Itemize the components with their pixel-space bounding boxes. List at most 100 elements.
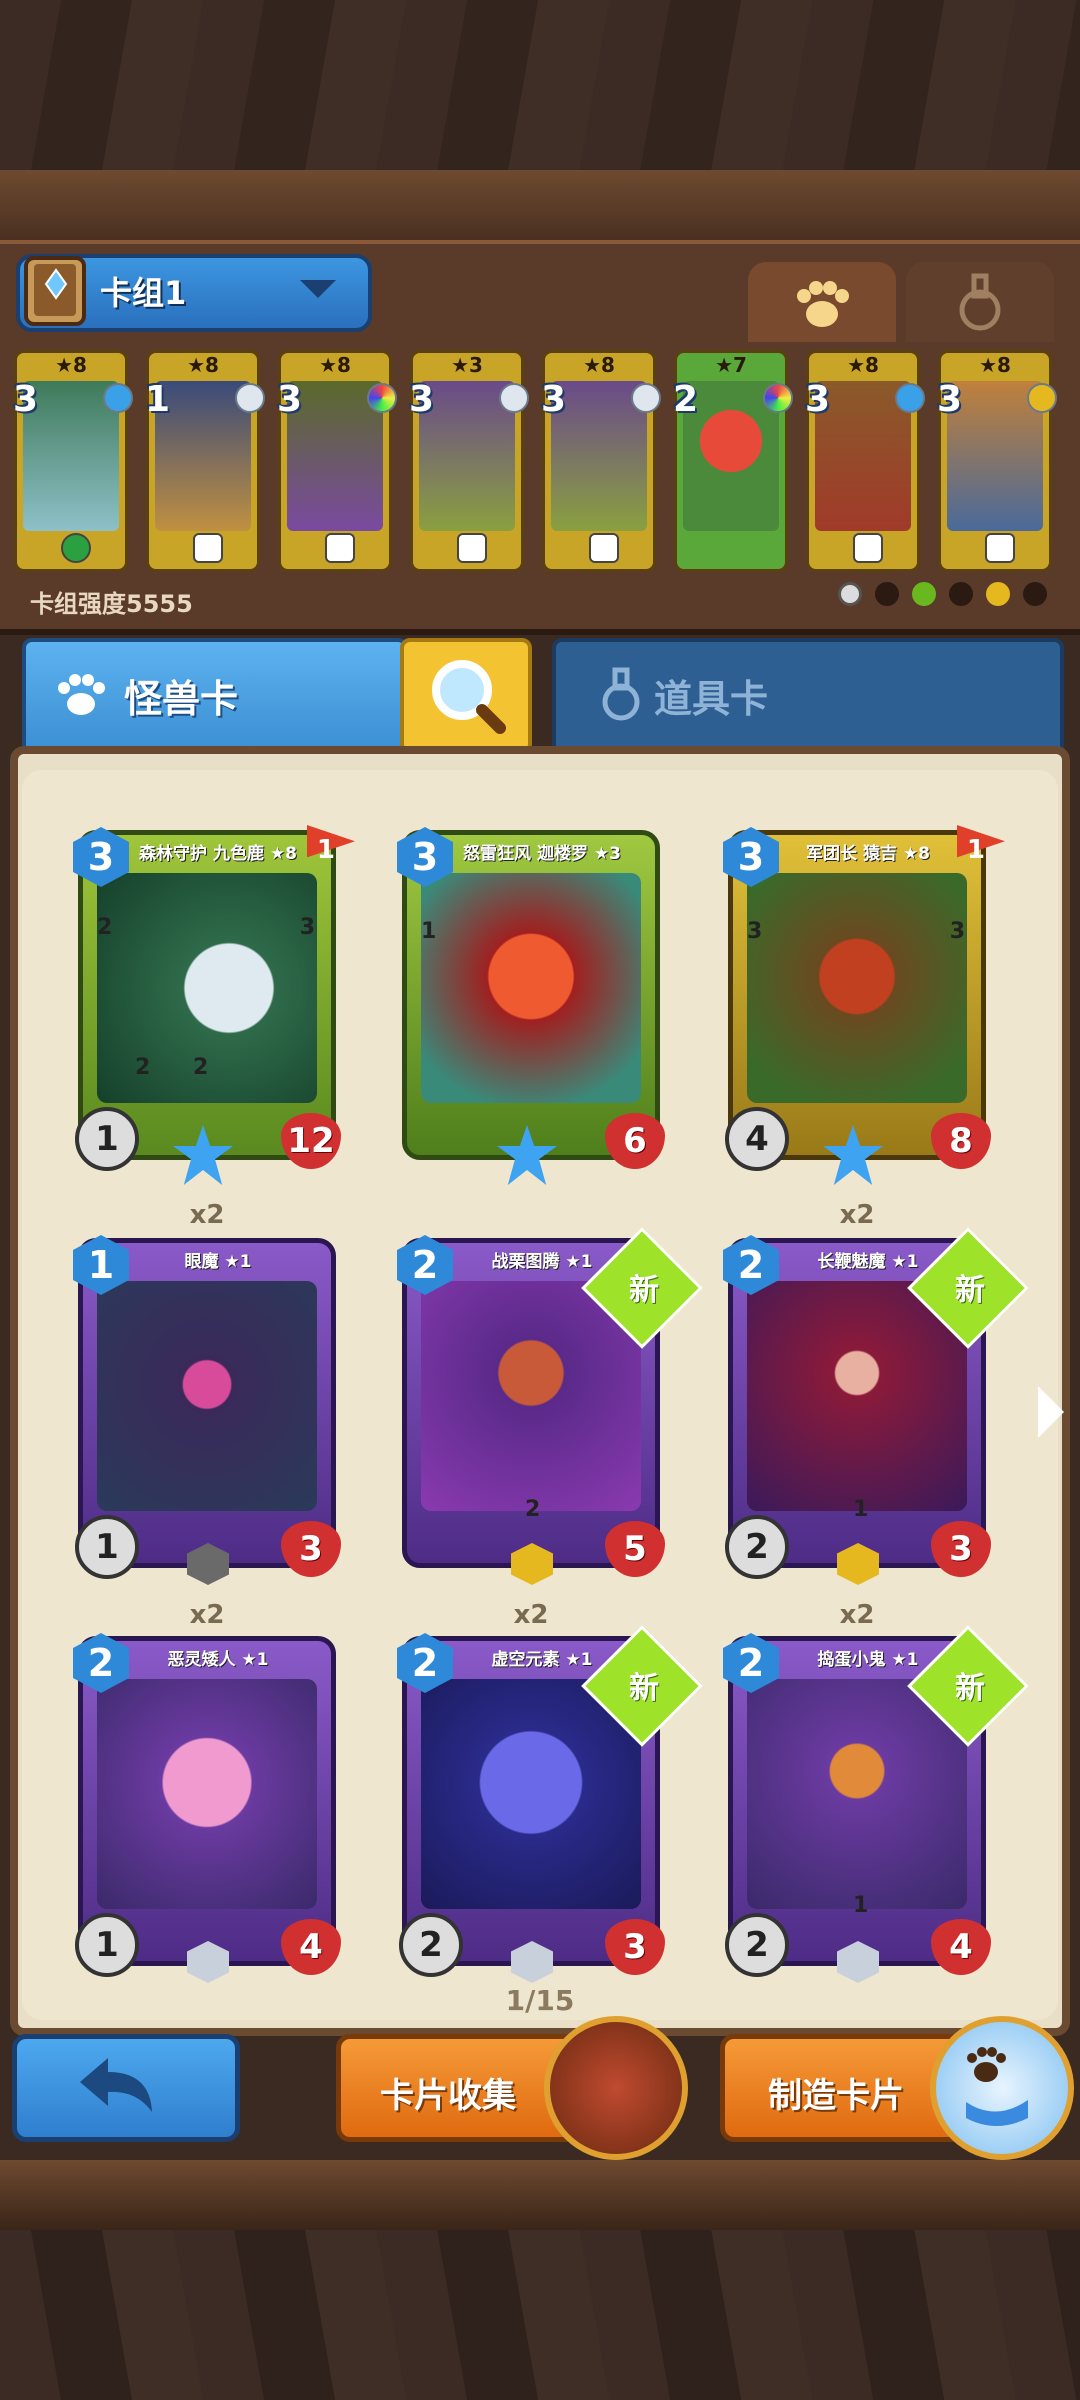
dice-icon [457, 533, 487, 563]
card-ability-value: 2 [525, 1497, 541, 1522]
wood-frame-top [0, 0, 1080, 240]
craft-potion-icon[interactable] [930, 2016, 1074, 2160]
card-collection-icon[interactable] [544, 2016, 688, 2160]
deck-card-star: ★8 [187, 353, 219, 377]
deck-card-star: ★7 [715, 353, 747, 377]
card-copies: x2 [839, 1600, 875, 1630]
card-attack: 1 [75, 1913, 139, 1977]
card-attack: 2 [399, 1913, 463, 1977]
deck-card-cost: 2 [673, 379, 699, 420]
chevron-down-icon[interactable] [300, 280, 336, 298]
deck-strength: 卡组强度5555 [30, 590, 193, 618]
element-filter-row [830, 582, 1048, 610]
deck-book-icon [24, 256, 86, 326]
wood-frame-bottom [0, 2160, 1080, 2400]
monster-card[interactable]: 森林守护 九色鹿 ★8 3 1 2 3 2 2 1 12 [73, 825, 355, 1185]
tab-monster-filter[interactable] [748, 262, 896, 342]
card-attack: 1 [75, 1515, 139, 1579]
card-name: 森林守护 九色鹿 ★8 [139, 844, 297, 864]
card-art [747, 873, 967, 1103]
card-attack: 4 [725, 1107, 789, 1171]
gem-icon [631, 383, 661, 413]
card-copies: x2 [189, 1600, 225, 1630]
next-page-arrow-icon[interactable] [1038, 1386, 1064, 1438]
deck-card-star: ★3 [451, 353, 483, 377]
card-stat-right: 3 [299, 915, 315, 940]
deck-card[interactable]: ★8 3 [937, 350, 1057, 572]
tab-monster-label: 怪兽卡 [124, 677, 239, 721]
card-ability-value: 1 [853, 1497, 869, 1522]
monster-card[interactable]: 军团长 猿吉 ★8 3 1 3 3 4 8 [723, 825, 1005, 1185]
monster-card[interactable]: 捣蛋小鬼 ★1 2 新 1 2 4 [723, 1625, 1029, 1983]
deck-card-cost: 3 [805, 379, 831, 420]
deck-card[interactable]: ★8 3 [805, 350, 925, 572]
card-name: 军团长 猿吉 ★8 [806, 844, 930, 864]
deck-card[interactable]: ★3 3 [409, 350, 529, 572]
tab-item-filter[interactable] [906, 262, 1054, 342]
gem-icon [1027, 383, 1057, 413]
card-art [97, 1679, 317, 1909]
card-flag-count: 1 [966, 835, 985, 865]
page-indicator: 1/15 [505, 1984, 575, 2017]
monster-card[interactable]: 战栗图腾 ★1 2 新 2 5 [397, 1227, 703, 1585]
deck-card[interactable]: ★8 3 [541, 350, 661, 572]
filter-tornado-icon[interactable] [986, 582, 1011, 606]
gem-icon [103, 383, 133, 413]
card-stat-right: 3 [949, 919, 965, 944]
dice-icon [853, 533, 883, 563]
card-collection-label: 卡片收集 [380, 2076, 516, 2116]
card-ability-value: 2 [193, 1055, 209, 1080]
flask-icon [959, 273, 1001, 331]
filter-fire-icon[interactable] [1023, 582, 1048, 606]
card-stat-left: 3 [747, 919, 763, 944]
deck-card[interactable]: ★8 3 [277, 350, 397, 572]
deck-card[interactable]: ★8 3 [13, 350, 133, 572]
filter-claw-icon[interactable] [949, 582, 974, 606]
card-ability-value: 2 [135, 1055, 151, 1080]
filter-all-icon[interactable] [838, 582, 862, 606]
card-attack: 1 [75, 1107, 139, 1171]
deck-card-cost: 3 [13, 379, 39, 420]
deck-card-row: ★8 3 ★8 1 ★8 3 ★3 3 ★8 3 ★7 2 ★8 3 ★8 3 [13, 350, 1074, 575]
card-attack: 2 [725, 1515, 789, 1579]
gem-icon [763, 383, 793, 413]
deck-card-star: ★8 [319, 353, 351, 377]
deck-card-cost: 1 [145, 379, 171, 420]
deck-card-cost: 3 [937, 379, 963, 420]
card-copies: x2 [189, 1200, 225, 1230]
filter-leaf-icon[interactable] [912, 582, 937, 606]
monster-card[interactable]: 怒雷狂风 迦楼罗 ★3 3 1 6 [397, 827, 665, 1185]
card-name: 恶灵矮人 ★1 [167, 1650, 269, 1670]
new-label: 新 [955, 1273, 985, 1308]
deck-card[interactable]: ★7 2 [673, 350, 793, 572]
deck-card-star: ★8 [55, 353, 87, 377]
deck-card-cost: 3 [541, 379, 567, 420]
card-art [97, 1281, 317, 1511]
deck-card[interactable]: ★8 1 [145, 350, 265, 572]
tab-item-cards[interactable] [552, 638, 1064, 754]
card-name: 眼魔 ★1 [184, 1252, 252, 1272]
clover-icon [61, 533, 91, 563]
gem-icon [895, 383, 925, 413]
search-button[interactable] [400, 638, 532, 754]
craft-card-label: 制造卡片 [768, 2076, 904, 2116]
monster-card[interactable]: 眼魔 ★1 1 1 3 [73, 1235, 341, 1585]
new-label: 新 [955, 1671, 985, 1706]
card-flag-count: 1 [316, 835, 335, 865]
monster-card[interactable]: 虚空元素 ★1 2 新 2 3 [397, 1625, 703, 1983]
dice-icon [985, 533, 1015, 563]
tab-item-label: 道具卡 [654, 677, 769, 721]
card-ability-value: 1 [853, 1893, 869, 1918]
filter-paw-icon[interactable] [875, 582, 900, 606]
paw-icon [966, 2047, 1028, 2126]
monster-card[interactable]: 恶灵矮人 ★1 2 1 4 [73, 1633, 341, 1983]
new-label: 新 [629, 1671, 659, 1706]
card-health: 12 [281, 1113, 341, 1169]
back-arrow-icon [80, 2058, 152, 2112]
card-attack: 2 [725, 1913, 789, 1977]
gem-icon [235, 383, 265, 413]
deck-card-star: ★8 [847, 353, 879, 377]
card-copies: x2 [513, 1600, 549, 1630]
gem-icon [499, 383, 529, 413]
monster-card[interactable]: 长鞭魅魔 ★1 2 新 1 2 3 [723, 1227, 1029, 1585]
